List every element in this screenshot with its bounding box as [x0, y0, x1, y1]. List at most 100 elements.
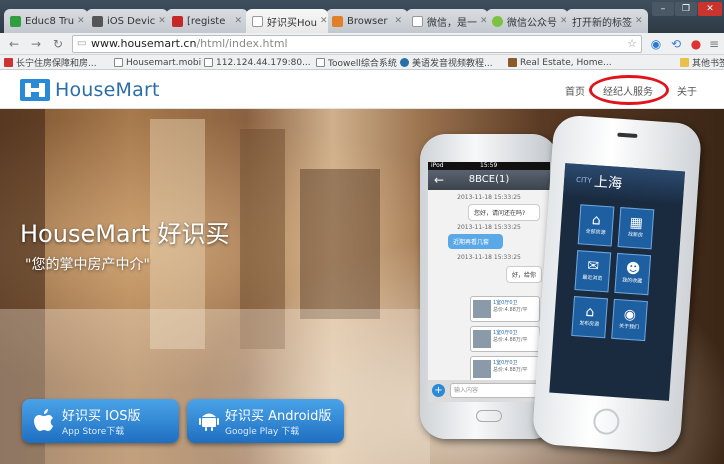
- close-window-button[interactable]: ✕: [698, 2, 722, 16]
- bookmark-label: Real Estate, Home...: [520, 57, 612, 68]
- bookmark-label: 长宁住房保障和房...: [16, 59, 97, 69]
- tab-educ8[interactable]: Educ8 Tru ✕: [4, 9, 88, 33]
- chat-timestamp: 2013-11-18 15:33:25: [457, 224, 521, 231]
- chat-title: 8BCE(1): [468, 174, 510, 185]
- tab-favicon-icon: [252, 15, 263, 27]
- tab-weixin[interactable]: 微信，是一 ✕: [406, 9, 488, 33]
- tile-about[interactable]: ◉ 关于我们: [611, 298, 648, 342]
- tile-favorites[interactable]: ☻ 我的收藏: [614, 252, 652, 296]
- tile-recent[interactable]: ✉ 最近浏览: [574, 250, 612, 293]
- iphone-mockup: CITY 上海 ⌂ 全部房源 ▦ 找新房 ✉ 最近浏览 ☻ 我的收藏 ⌂ 发布房源 ◉ 关于…: [531, 114, 703, 454]
- tab-close-icon[interactable]: ✕: [74, 16, 85, 26]
- bookmark-item[interactable]: Toowell综合系统: [316, 55, 397, 70]
- listing-line: 总价:4.88万/平: [493, 337, 528, 343]
- back-arrow-icon[interactable]: ←: [434, 170, 444, 190]
- bookmark-folder-other[interactable]: 其他书签: [680, 55, 724, 70]
- ios-button-title: 好识买 IOS版: [62, 409, 141, 424]
- maximize-button[interactable]: ❐: [675, 2, 697, 16]
- bookmark-label: 其他书签: [692, 59, 724, 69]
- tab-title: 打开新的标签: [572, 17, 632, 29]
- extension-sync-icon[interactable]: ⟲: [668, 36, 684, 52]
- listing-line: 总价:4.88万/平: [493, 367, 528, 373]
- tab-title: 微信，是一: [427, 17, 477, 29]
- bookmark-item[interactable]: 长宁住房保障和房...: [4, 55, 97, 70]
- listing-line: 1室0厅0卫: [493, 330, 518, 336]
- tab-close-icon[interactable]: ✕: [317, 16, 328, 26]
- page-icon: ▭: [77, 38, 87, 49]
- tab-ios-devices[interactable]: iOS Devic ✕: [86, 9, 168, 33]
- tab-housemart[interactable]: 好识买Hou ✕: [246, 9, 328, 33]
- bookmarks-bar: 长宁住房保障和房... Housemart.mobi 112.124.44.17…: [0, 55, 724, 70]
- tile-label: 发布房源: [578, 320, 600, 328]
- tab-new-tab[interactable]: 打开新的标签 ✕: [566, 9, 648, 33]
- add-icon[interactable]: +: [432, 384, 445, 397]
- address-host: www.housemart.cn: [91, 37, 197, 50]
- red-annotation-circle: [589, 75, 669, 105]
- iphone-home-button: [592, 407, 621, 436]
- tab-close-icon[interactable]: ✕: [391, 16, 402, 26]
- tile-label: 我的收藏: [622, 277, 643, 285]
- status-carrier: iPod: [431, 162, 444, 169]
- site-header: HouseMart 首页 经纪人服务 关于: [0, 71, 724, 109]
- extension-abp-icon[interactable]: ●: [688, 36, 704, 52]
- home-icon: ⌂: [584, 303, 595, 321]
- city-name[interactable]: 上海: [593, 171, 622, 193]
- folder-icon: [680, 58, 689, 67]
- tab-title: 好识买Hou: [267, 17, 317, 29]
- bookmark-item[interactable]: Housemart.mobi: [114, 55, 201, 70]
- tile-all-listings[interactable]: ⌂ 全部房源: [577, 204, 615, 247]
- bookmark-favicon-icon: [114, 58, 123, 67]
- listing-thumbnail: [473, 300, 491, 318]
- nav-about[interactable]: 关于: [677, 83, 697, 98]
- bookmark-label: 美语发音视频教程...: [412, 59, 493, 69]
- android-icon: [199, 413, 219, 431]
- ios-download-button[interactable]: 好识买 IOS版 App Store下载: [22, 399, 179, 443]
- tab-close-icon[interactable]: ✕: [231, 16, 242, 26]
- tab-favicon-icon: [10, 15, 21, 27]
- tab-close-icon[interactable]: ✕: [155, 16, 166, 26]
- listing-card[interactable]: 1室0厅0卫 总价:4.88万/平: [470, 296, 540, 322]
- listing-thumbnail: [473, 360, 491, 378]
- home-button: [476, 410, 502, 422]
- minimize-button[interactable]: –: [652, 2, 674, 16]
- address-path: /html/index.html: [196, 37, 288, 50]
- back-icon[interactable]: ←: [6, 36, 22, 52]
- star-icon[interactable]: ☆: [627, 36, 637, 52]
- tab-title: Educ8 Tru: [25, 15, 75, 27]
- address-bar[interactable]: ▭ www.housemart.cn/html/index.html ☆: [72, 35, 642, 53]
- bookmark-label: 112.124.44.179:80...: [216, 57, 311, 68]
- listing-card[interactable]: 1室0厅0卫 总价:4.88万/平: [470, 356, 540, 382]
- tab-register[interactable]: [registe ✕: [166, 9, 248, 33]
- chat-screen: iPod 15:59 ← 8BCE(1) 2013-11-18 15:33:25…: [428, 162, 550, 402]
- bookmark-item[interactable]: Real Estate, Home...: [508, 55, 612, 70]
- listing-card[interactable]: 1室0厅0卫 总价:4.88万/平: [470, 326, 540, 352]
- housemart-logo-icon: [20, 79, 50, 101]
- forward-icon[interactable]: →: [28, 36, 44, 52]
- listing-thumbnail: [473, 330, 491, 348]
- tab-favicon-icon: [332, 15, 343, 27]
- status-bar: iPod 15:59: [428, 162, 550, 170]
- tab-weixin-public[interactable]: 微信公众号 ✕: [486, 9, 568, 33]
- tile-new-homes[interactable]: ▦ 找新房: [617, 207, 655, 250]
- bookmark-item[interactable]: 美语发音视频教程...: [400, 55, 493, 70]
- nav-home[interactable]: 首页: [565, 83, 585, 98]
- tab-browser[interactable]: Browser ✕: [326, 9, 408, 33]
- bookmark-item[interactable]: 112.124.44.179:80...: [204, 55, 311, 70]
- site-logo-text[interactable]: HouseMart: [55, 79, 160, 101]
- reload-icon[interactable]: ↻: [50, 36, 66, 52]
- chat-bubble: 好，给你: [506, 266, 542, 283]
- android-download-button[interactable]: 好识买 Android版 Google Play 下载: [187, 399, 344, 443]
- chat-timestamp: 2013-11-18 15:33:25: [457, 194, 521, 201]
- menu-icon[interactable]: ≡: [706, 36, 722, 52]
- chat-input[interactable]: 输入内容: [450, 383, 540, 398]
- tab-favicon-icon: [412, 15, 423, 27]
- bookmark-favicon-icon: [400, 58, 409, 67]
- person-icon: ☻: [625, 260, 641, 278]
- hero-bg-shape: [300, 169, 380, 319]
- bookmark-favicon-icon: [316, 58, 325, 67]
- extension-globe-icon[interactable]: ◉: [648, 36, 664, 52]
- bookmark-label: Housemart.mobi: [126, 57, 202, 68]
- tile-publish[interactable]: ⌂ 发布房源: [571, 296, 608, 339]
- tab-close-icon[interactable]: ✕: [632, 16, 643, 26]
- chat-icon: ✉: [586, 257, 600, 275]
